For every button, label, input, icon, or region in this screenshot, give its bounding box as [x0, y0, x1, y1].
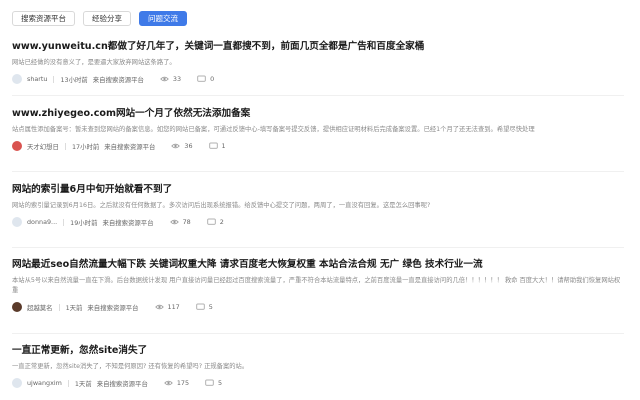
author-name[interactable]: donna9... — [27, 218, 57, 226]
post-time: 13小时前 — [60, 75, 88, 84]
comments-stat[interactable]: 2 — [207, 218, 224, 226]
list-item[interactable]: www.yunweitu.cn都做了好几年了，关键词一直都搜不到，前面几页全都是… — [12, 32, 624, 96]
avatar[interactable] — [12, 217, 22, 227]
comment-icon — [208, 142, 218, 149]
author-name[interactable]: ujwangxim — [27, 379, 62, 387]
views-stat: 117 — [154, 303, 180, 311]
divider — [53, 75, 55, 83]
eye-icon — [164, 380, 173, 386]
post-excerpt: 一直正常更新，忽然site消失了，不知是何原因? 还有恢复的希望吗? 正规备案的… — [12, 363, 249, 370]
views-count: 33 — [172, 75, 182, 83]
views-count: 36 — [184, 142, 193, 150]
author-name[interactable]: shartu — [27, 75, 47, 83]
comment-icon — [207, 218, 216, 225]
author-name[interactable]: 超越莫名 — [27, 303, 53, 312]
eye-icon — [169, 219, 179, 225]
post-source: 来自搜索资源平台 — [92, 75, 144, 84]
post-meta: donna9... 19小时前 来自搜索资源平台 78 2 — [12, 216, 624, 228]
comments-count: 1 — [221, 142, 226, 150]
comments-stat[interactable]: 0 — [197, 75, 214, 83]
comments-stat[interactable]: 5 — [205, 379, 222, 387]
post-excerpt: 站点属性添加备案号：暂未查到您网站的备案信息。如您的网站已备案，可通过反馈中心-… — [12, 126, 535, 133]
post-excerpt: 网站已经做的没有意义了，是要逼大家放弃网站这条路了。 — [12, 59, 176, 66]
post-time: 19小时前 — [70, 218, 98, 227]
post-excerpt: 网站的索引量记录到6月16日。之后就没有任何数据了。多次访问后出现系统报错。给反… — [12, 202, 431, 209]
comments-stat[interactable]: 1 — [208, 142, 226, 150]
comments-count: 0 — [210, 75, 215, 83]
post-time: 1天前 — [65, 303, 83, 312]
post-source: 来自搜索资源平台 — [102, 218, 154, 227]
views-stat: 33 — [160, 75, 181, 83]
post-meta: ujwangxim 1天前 来自搜索资源平台 175 5 — [12, 377, 624, 389]
comments-count: 2 — [219, 218, 224, 226]
comments-stat[interactable]: 5 — [196, 303, 213, 311]
views-count: 117 — [167, 303, 180, 311]
avatar[interactable] — [12, 74, 22, 84]
post-source: 来自搜索资源平台 — [87, 303, 139, 312]
post-excerpt: 本站从5号以来自然流量一直在下滑。后台数据统计发现 用户直接访问量已经超过百度搜… — [12, 277, 621, 294]
post-title[interactable]: 一直正常更新，忽然site消失了 — [12, 344, 624, 358]
post-meta: shartu 13小时前 来自搜索资源平台 33 0 — [12, 73, 624, 85]
comment-icon — [197, 75, 206, 82]
avatar[interactable] — [12, 378, 22, 388]
post-source: 来自搜索资源平台 — [104, 142, 156, 151]
comment-icon — [196, 303, 205, 310]
views-count: 78 — [182, 218, 191, 226]
avatar[interactable] — [12, 141, 22, 151]
divider — [63, 218, 65, 226]
post-meta: 天才幻想日 17小时前 来自搜索资源平台 36 1 — [12, 140, 624, 152]
eye-icon — [160, 76, 169, 82]
list-item[interactable]: www.zhiyegeo.com网站一个月了依然无法添加备案 站点属性添加备案号… — [12, 96, 624, 172]
post-list: www.yunweitu.cn都做了好几年了，关键词一直都搜不到，前面几页全都是… — [12, 32, 624, 400]
views-stat: 78 — [169, 218, 191, 226]
divider — [64, 142, 66, 150]
post-meta: 超越莫名 1天前 来自搜索资源平台 117 5 — [12, 301, 624, 313]
divider — [67, 379, 69, 387]
comment-icon — [205, 379, 214, 386]
eye-icon — [154, 304, 164, 310]
author-name[interactable]: 天才幻想日 — [27, 142, 59, 151]
post-title[interactable]: www.yunweitu.cn都做了好几年了，关键词一直都搜不到，前面几页全都是… — [12, 40, 624, 54]
post-title[interactable]: 网站最近seo自然流量大幅下跌 关键词权重大降 请求百度老大恢复权重 本站合法合… — [12, 258, 624, 272]
tab-experience-sharing[interactable]: 经验分享 — [83, 11, 131, 26]
views-count: 175 — [176, 379, 190, 387]
avatar[interactable] — [12, 302, 22, 312]
eye-icon — [171, 143, 181, 149]
post-time: 17小时前 — [71, 142, 100, 151]
comments-count: 5 — [218, 379, 223, 387]
tab-question-exchange[interactable]: 问题交流 — [139, 11, 187, 26]
divider — [58, 303, 60, 311]
views-stat: 175 — [164, 379, 189, 387]
list-item[interactable]: 一直正常更新，忽然site消失了 一直正常更新，忽然site消失了，不知是何原因… — [12, 334, 624, 400]
list-item[interactable]: 网站最近seo自然流量大幅下跌 关键词权重大降 请求百度老大恢复权重 本站合法合… — [12, 248, 624, 334]
tab-search-resource-platform[interactable]: 搜索资源平台 — [12, 11, 75, 26]
list-item[interactable]: 网站的索引量6月中旬开始就看不到了 网站的索引量记录到6月16日。之后就没有任何… — [12, 172, 624, 248]
post-title[interactable]: www.zhiyegeo.com网站一个月了依然无法添加备案 — [12, 107, 624, 121]
post-time: 1天前 — [74, 379, 92, 388]
post-title[interactable]: 网站的索引量6月中旬开始就看不到了 — [12, 183, 624, 197]
views-stat: 36 — [171, 142, 193, 150]
post-source: 来自搜索资源平台 — [96, 379, 148, 388]
category-tabs: 搜索资源平台 经验分享 问题交流 — [12, 11, 187, 26]
comments-count: 5 — [208, 303, 213, 311]
